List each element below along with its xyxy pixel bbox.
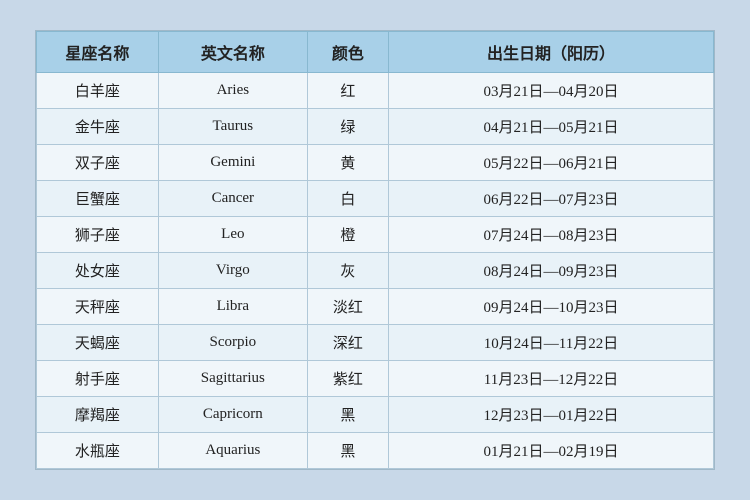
cell-english: Libra — [158, 289, 307, 325]
cell-date: 06月22日—07月23日 — [389, 181, 714, 217]
cell-english: Cancer — [158, 181, 307, 217]
table-row: 摩羯座Capricorn黑12月23日—01月22日 — [37, 397, 714, 433]
cell-chinese: 金牛座 — [37, 109, 159, 145]
header-chinese: 星座名称 — [37, 32, 159, 73]
cell-color: 深红 — [307, 325, 388, 361]
cell-color: 红 — [307, 73, 388, 109]
header-date: 出生日期（阳历） — [389, 32, 714, 73]
cell-date: 12月23日—01月22日 — [389, 397, 714, 433]
zodiac-table: 星座名称 英文名称 颜色 出生日期（阳历） 白羊座Aries红03月21日—04… — [36, 31, 714, 469]
cell-date: 08月24日—09月23日 — [389, 253, 714, 289]
cell-color: 黄 — [307, 145, 388, 181]
cell-english: Taurus — [158, 109, 307, 145]
table-row: 处女座Virgo灰08月24日—09月23日 — [37, 253, 714, 289]
cell-date: 03月21日—04月20日 — [389, 73, 714, 109]
table-header-row: 星座名称 英文名称 颜色 出生日期（阳历） — [37, 32, 714, 73]
cell-chinese: 射手座 — [37, 361, 159, 397]
cell-color: 绿 — [307, 109, 388, 145]
cell-english: Aries — [158, 73, 307, 109]
table-body: 白羊座Aries红03月21日—04月20日金牛座Taurus绿04月21日—0… — [37, 73, 714, 469]
cell-english: Virgo — [158, 253, 307, 289]
table-row: 金牛座Taurus绿04月21日—05月21日 — [37, 109, 714, 145]
cell-color: 紫红 — [307, 361, 388, 397]
cell-chinese: 天蝎座 — [37, 325, 159, 361]
cell-chinese: 天秤座 — [37, 289, 159, 325]
table-row: 水瓶座Aquarius黑01月21日—02月19日 — [37, 433, 714, 469]
cell-date: 04月21日—05月21日 — [389, 109, 714, 145]
cell-chinese: 处女座 — [37, 253, 159, 289]
cell-chinese: 狮子座 — [37, 217, 159, 253]
cell-color: 橙 — [307, 217, 388, 253]
cell-color: 黑 — [307, 397, 388, 433]
cell-date: 11月23日—12月22日 — [389, 361, 714, 397]
cell-date: 10月24日—11月22日 — [389, 325, 714, 361]
table-row: 天秤座Libra淡红09月24日—10月23日 — [37, 289, 714, 325]
cell-chinese: 巨蟹座 — [37, 181, 159, 217]
table-row: 巨蟹座Cancer白06月22日—07月23日 — [37, 181, 714, 217]
table-row: 双子座Gemini黄05月22日—06月21日 — [37, 145, 714, 181]
cell-date: 01月21日—02月19日 — [389, 433, 714, 469]
table-row: 射手座Sagittarius紫红11月23日—12月22日 — [37, 361, 714, 397]
cell-color: 黑 — [307, 433, 388, 469]
cell-chinese: 摩羯座 — [37, 397, 159, 433]
header-english: 英文名称 — [158, 32, 307, 73]
cell-chinese: 水瓶座 — [37, 433, 159, 469]
table-row: 狮子座Leo橙07月24日—08月23日 — [37, 217, 714, 253]
table-row: 白羊座Aries红03月21日—04月20日 — [37, 73, 714, 109]
cell-english: Capricorn — [158, 397, 307, 433]
cell-date: 09月24日—10月23日 — [389, 289, 714, 325]
cell-chinese: 双子座 — [37, 145, 159, 181]
cell-chinese: 白羊座 — [37, 73, 159, 109]
cell-english: Aquarius — [158, 433, 307, 469]
cell-english: Scorpio — [158, 325, 307, 361]
cell-color: 白 — [307, 181, 388, 217]
cell-color: 灰 — [307, 253, 388, 289]
cell-english: Sagittarius — [158, 361, 307, 397]
zodiac-table-container: 星座名称 英文名称 颜色 出生日期（阳历） 白羊座Aries红03月21日—04… — [35, 30, 715, 470]
header-color: 颜色 — [307, 32, 388, 73]
cell-date: 05月22日—06月21日 — [389, 145, 714, 181]
cell-color: 淡红 — [307, 289, 388, 325]
cell-english: Gemini — [158, 145, 307, 181]
cell-date: 07月24日—08月23日 — [389, 217, 714, 253]
table-row: 天蝎座Scorpio深红10月24日—11月22日 — [37, 325, 714, 361]
cell-english: Leo — [158, 217, 307, 253]
